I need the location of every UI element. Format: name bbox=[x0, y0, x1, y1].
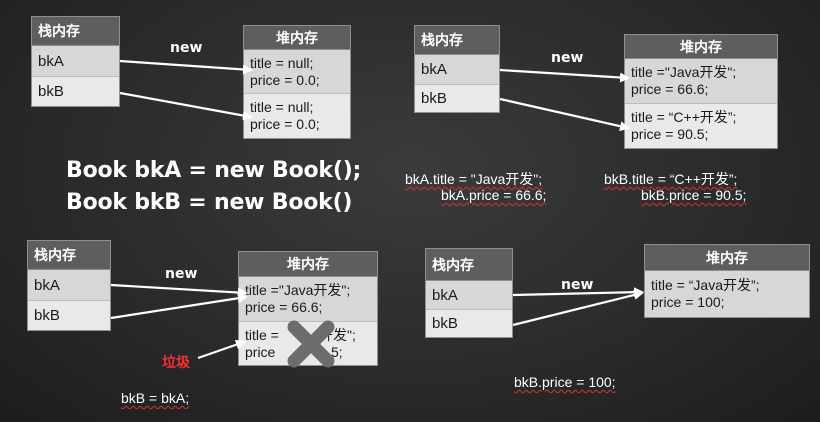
arrow-p2-bkA bbox=[499, 68, 630, 83]
arrow-p4-bkA bbox=[512, 287, 644, 298]
arrow-p3-bkB bbox=[110, 293, 248, 320]
arrow-p1-bkA bbox=[119, 59, 253, 75]
arrow-p2-bkB bbox=[499, 97, 630, 132]
reference-arrows bbox=[110, 59, 644, 360]
arrow-p4-bkB bbox=[512, 290, 644, 327]
arrow-p1-bkB bbox=[119, 91, 253, 121]
arrow-p3-garbage bbox=[197, 339, 246, 360]
arrow-p3-bkA bbox=[110, 283, 248, 298]
